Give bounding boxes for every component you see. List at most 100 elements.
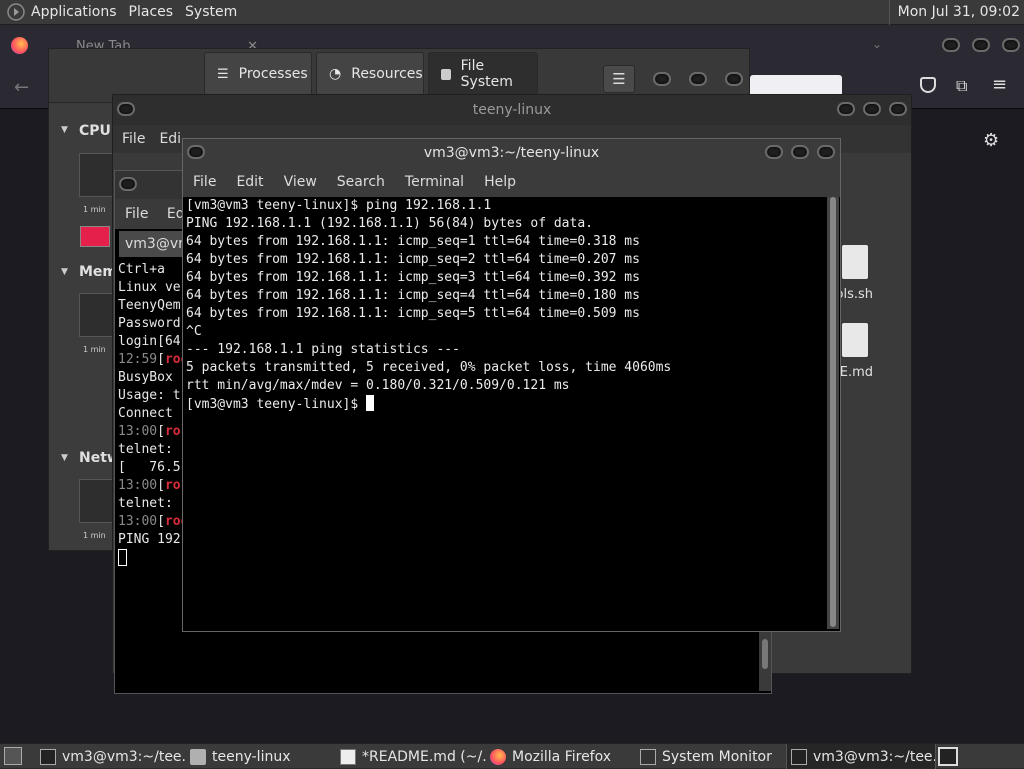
firefox-minimize-button[interactable]	[942, 38, 960, 52]
cpu-color-swatch[interactable]	[80, 226, 110, 247]
fm-minimize-button[interactable]	[837, 102, 855, 116]
prompt-text: [vm3@vm3 teeny-linux]$	[186, 397, 367, 412]
scrollbar-thumb[interactable]	[762, 639, 768, 669]
expand-arrow-icon[interactable]: ▼	[61, 453, 68, 463]
taskbar-label: Mozilla Firefox	[512, 748, 612, 765]
fm-window-menu-button[interactable]	[117, 102, 135, 116]
back-arrow-icon[interactable]: ←	[14, 77, 29, 98]
menu-terminal[interactable]: Terminal	[395, 168, 474, 197]
clock[interactable]: Mon Jul 31, 09:02	[888, 0, 1020, 25]
prompt-time: 13:00	[118, 478, 158, 493]
show-desktop-icon[interactable]	[4, 747, 22, 765]
disk-icon	[441, 68, 451, 80]
pocket-icon[interactable]	[920, 77, 936, 93]
terminal-line: 64 bytes from 192.168.1.1: icmp_seq=2 tt…	[186, 252, 640, 267]
cpu-graph	[79, 153, 113, 197]
sysmon-minimize-button[interactable]	[653, 72, 671, 86]
taskbar-item-firefox[interactable]: Mozilla Firefox	[486, 744, 636, 769]
taskbar-item-system-monitor[interactable]: System Monitor	[636, 744, 786, 769]
menu-view[interactable]: View	[274, 168, 327, 197]
taskbar-label: *README.md (~/...	[362, 748, 486, 765]
file-name: ols.sh	[835, 287, 873, 302]
menu-edit[interactable]: Edit	[226, 168, 273, 197]
terminal-line: PING 192.168.1.1 (192.168.1.1) 56(84) by…	[186, 216, 593, 231]
terminal-window-front: vm3@vm3:~/teeny-linux File Edit View Sea…	[182, 138, 841, 632]
term-back-window-menu-button[interactable]	[119, 177, 137, 191]
taskbar-item-terminal-2[interactable]: vm3@vm3:~/tee...	[786, 744, 936, 769]
terminal-line: 64 bytes from 192.168.1.1: icmp_seq=1 tt…	[186, 234, 640, 249]
tab-file-system[interactable]: File System	[428, 52, 538, 96]
gauge-icon: ◔	[329, 66, 342, 82]
workspace-switcher[interactable]	[938, 747, 958, 766]
prompt-user: ro	[164, 478, 181, 493]
menu-file[interactable]: File	[183, 168, 226, 197]
scrollbar-thumb[interactable]	[830, 197, 836, 627]
cpu-section-label: CPU	[79, 123, 111, 139]
term-front-maximize-button[interactable]	[791, 145, 809, 159]
firefox-maximize-button[interactable]	[972, 38, 990, 52]
prompt-time: 13:00	[118, 514, 158, 529]
sysmon-close-button[interactable]	[725, 72, 743, 86]
sysmon-maximize-button[interactable]	[689, 72, 707, 86]
places-menu[interactable]: Places	[123, 0, 180, 25]
applications-menu[interactable]: Applications	[25, 0, 123, 25]
terminal-front-titlebar: vm3@vm3:~/teeny-linux	[183, 139, 840, 168]
terminal-front-output[interactable]: [vm3@vm3 teeny-linux]$ ping 192.168.1.1 P…	[186, 197, 826, 627]
file-icon	[842, 245, 868, 279]
tab-label: Processes	[238, 66, 308, 82]
firefox-close-button[interactable]	[1002, 38, 1020, 52]
terminal-line: 64 bytes from 192.168.1.1: icmp_seq=3 tt…	[186, 270, 640, 285]
taskbar-item-text-editor[interactable]: *README.md (~/...	[336, 744, 486, 769]
memory-graph-time-label: 1 min	[83, 345, 106, 354]
system-monitor-icon	[640, 748, 656, 765]
terminal-line: [vm3@vm3 teeny-linux]$ ping 192.168.1.1	[186, 198, 492, 213]
system-menu[interactable]: System	[179, 0, 243, 25]
menu-edit[interactable]: Edi	[159, 125, 181, 153]
fm-maximize-button[interactable]	[863, 102, 881, 116]
network-graph	[79, 479, 113, 523]
taskbar-item-file-manager[interactable]: teeny-linux	[186, 744, 336, 769]
fm-close-button[interactable]	[889, 102, 907, 116]
prompt-time: 13:00	[118, 424, 158, 439]
text-cursor	[118, 549, 127, 566]
firefox-icon	[490, 748, 506, 765]
tab-processes[interactable]: ☰ Processes	[204, 52, 312, 96]
settings-gear-icon[interactable]: ⚙	[983, 130, 999, 151]
term-front-close-button[interactable]	[817, 145, 835, 159]
taskbar-label: vm3@vm3:~/tee...	[62, 748, 186, 765]
term-front-window-menu-button[interactable]	[187, 145, 205, 159]
term-front-minimize-button[interactable]	[765, 145, 783, 159]
file-icon	[842, 323, 868, 357]
prompt-time: 12:59	[118, 352, 158, 367]
menu-file[interactable]: File	[122, 125, 145, 153]
hamburger-menu-icon[interactable]: ≡	[992, 74, 1007, 95]
terminal-icon	[40, 748, 56, 765]
terminal-front-scrollbar[interactable]	[827, 197, 839, 629]
gnome-foot-icon[interactable]	[7, 3, 25, 21]
top-panel: Applications Places System Mon Jul 31, 0…	[0, 0, 1024, 25]
menu-button[interactable]: ☰	[603, 65, 635, 93]
terminal-line: --- 192.168.1.1 ping statistics ---	[186, 342, 460, 357]
cpu-graph-time-label: 1 min	[83, 205, 106, 214]
taskbar-label: vm3@vm3:~/tee...	[813, 748, 936, 765]
expand-arrow-icon[interactable]: ▼	[61, 267, 68, 277]
expand-arrow-icon[interactable]: ▼	[61, 125, 68, 135]
menu-file[interactable]: File	[125, 206, 148, 222]
extensions-icon[interactable]: ⧉	[956, 76, 967, 96]
firefox-icon[interactable]	[11, 37, 28, 54]
network-graph-time-label: 1 min	[83, 531, 106, 540]
tab-label: File System	[460, 58, 513, 90]
tab-resources[interactable]: ◔ Resources	[316, 52, 424, 96]
window-title: vm3@vm3:~/teeny-linux	[423, 145, 600, 161]
prompt-user: ro	[164, 424, 181, 439]
menu-help[interactable]: Help	[474, 168, 526, 197]
taskbar: vm3@vm3:~/tee... teeny-linux *README.md …	[0, 743, 1024, 769]
terminal-line: 64 bytes from 192.168.1.1: icmp_seq=5 tt…	[186, 306, 640, 321]
text-cursor	[366, 395, 375, 411]
tab-list-icon[interactable]: ⌄	[872, 37, 882, 51]
terminal-icon	[791, 748, 807, 765]
menu-search[interactable]: Search	[327, 168, 395, 197]
taskbar-item-terminal-1[interactable]: vm3@vm3:~/tee...	[36, 744, 186, 769]
text-editor-icon	[340, 748, 356, 765]
tab-label: Resources	[351, 66, 423, 82]
